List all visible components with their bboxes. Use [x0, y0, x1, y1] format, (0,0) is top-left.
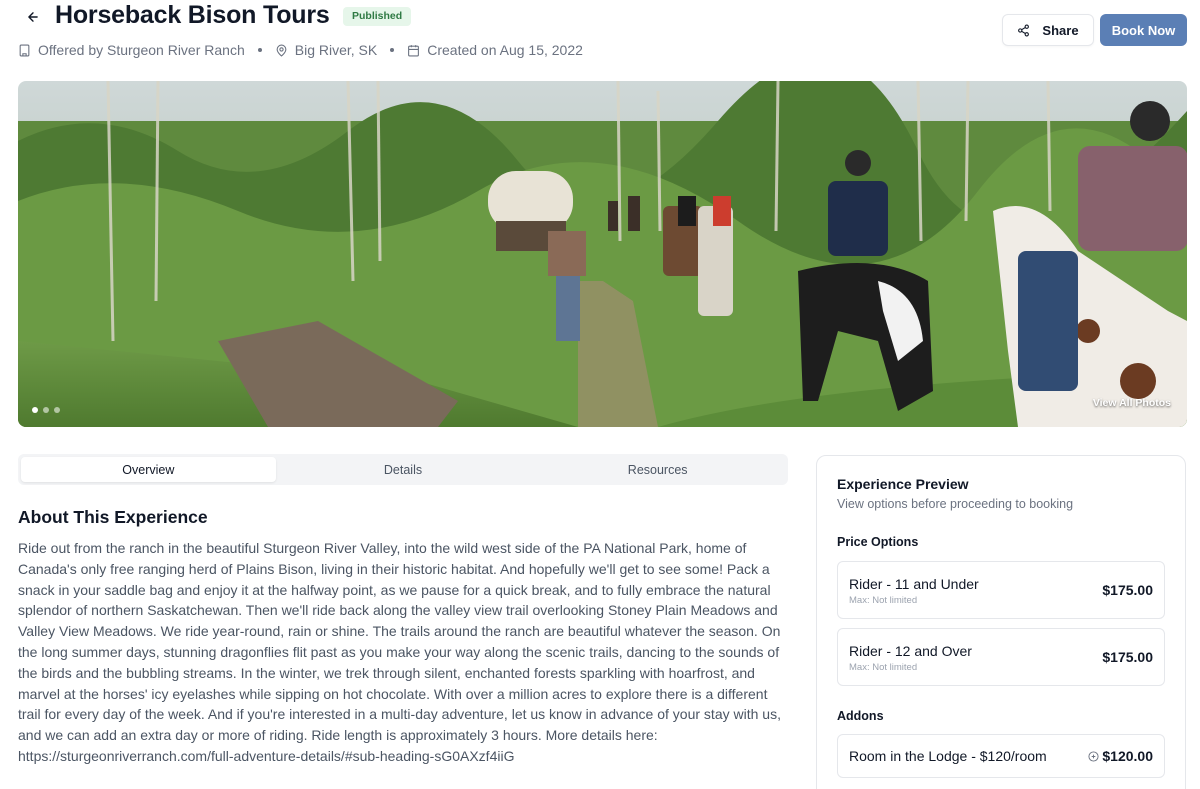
price-option-price: $175.00 [1102, 582, 1153, 598]
addon-option[interactable]: Room in the Lodge - $120/room $120.00 [837, 734, 1165, 778]
share-label: Share [1042, 22, 1079, 38]
meta-row: Offered by Sturgeon River Ranch Big Rive… [18, 41, 583, 59]
experience-preview-card: Experience Preview View options before p… [816, 455, 1186, 789]
book-now-button[interactable]: Book Now [1100, 14, 1187, 46]
location: Big River, SK [294, 42, 378, 58]
share-button[interactable]: Share [1002, 14, 1094, 46]
status-badge: Published [343, 7, 412, 26]
meta-separator [257, 48, 262, 52]
calendar-icon [408, 44, 420, 56]
about-description: Ride out from the ranch in the beautiful… [18, 540, 781, 764]
share-icon [1018, 24, 1030, 36]
hero-photo[interactable]: View All Photos [18, 81, 1187, 427]
back-button[interactable] [22, 6, 44, 28]
price-option-name: Rider - 12 and Over [849, 643, 972, 659]
price-option-max: Max: Not limited [849, 662, 918, 673]
carousel-dot[interactable] [32, 407, 38, 413]
preview-title: Experience Preview [837, 476, 969, 492]
addon-name: Room in the Lodge - $120/room [849, 748, 1047, 764]
page-title: Horseback Bison Tours [55, 1, 330, 29]
tab-details[interactable]: Details [276, 457, 531, 482]
arrow-left-icon [28, 12, 38, 22]
addons-label: Addons [837, 709, 884, 723]
preview-subtitle: View options before proceeding to bookin… [837, 497, 1074, 511]
carousel-dot[interactable] [54, 407, 60, 413]
price-option-max: Max: Not limited [849, 595, 918, 606]
addon-price: $120.00 [1102, 748, 1153, 764]
building-icon [19, 44, 30, 56]
offered-by: Offered by Sturgeon River Ranch [38, 42, 245, 58]
price-options-label: Price Options [837, 535, 919, 549]
price-option-name: Rider - 11 and Under [849, 576, 979, 592]
map-pin-icon [276, 44, 287, 57]
meta-separator [390, 48, 395, 52]
carousel-dots[interactable] [32, 407, 60, 413]
created-date: Created on Aug 15, 2022 [427, 42, 583, 58]
price-option-price: $175.00 [1102, 649, 1153, 665]
view-all-photos-link[interactable]: View All Photos [1093, 397, 1171, 409]
price-option[interactable]: Rider - 11 and Under Max: Not limited $1… [837, 561, 1165, 619]
price-option[interactable]: Rider - 12 and Over Max: Not limited $17… [837, 628, 1165, 686]
trail-ride-photo [18, 81, 1187, 427]
plus-circle-icon [1088, 750, 1099, 762]
tab-bar: Overview Details Resources [18, 454, 788, 485]
tab-overview[interactable]: Overview [21, 457, 276, 482]
carousel-dot[interactable] [43, 407, 49, 413]
about-heading: About This Experience [18, 507, 208, 527]
tab-resources[interactable]: Resources [530, 457, 785, 482]
